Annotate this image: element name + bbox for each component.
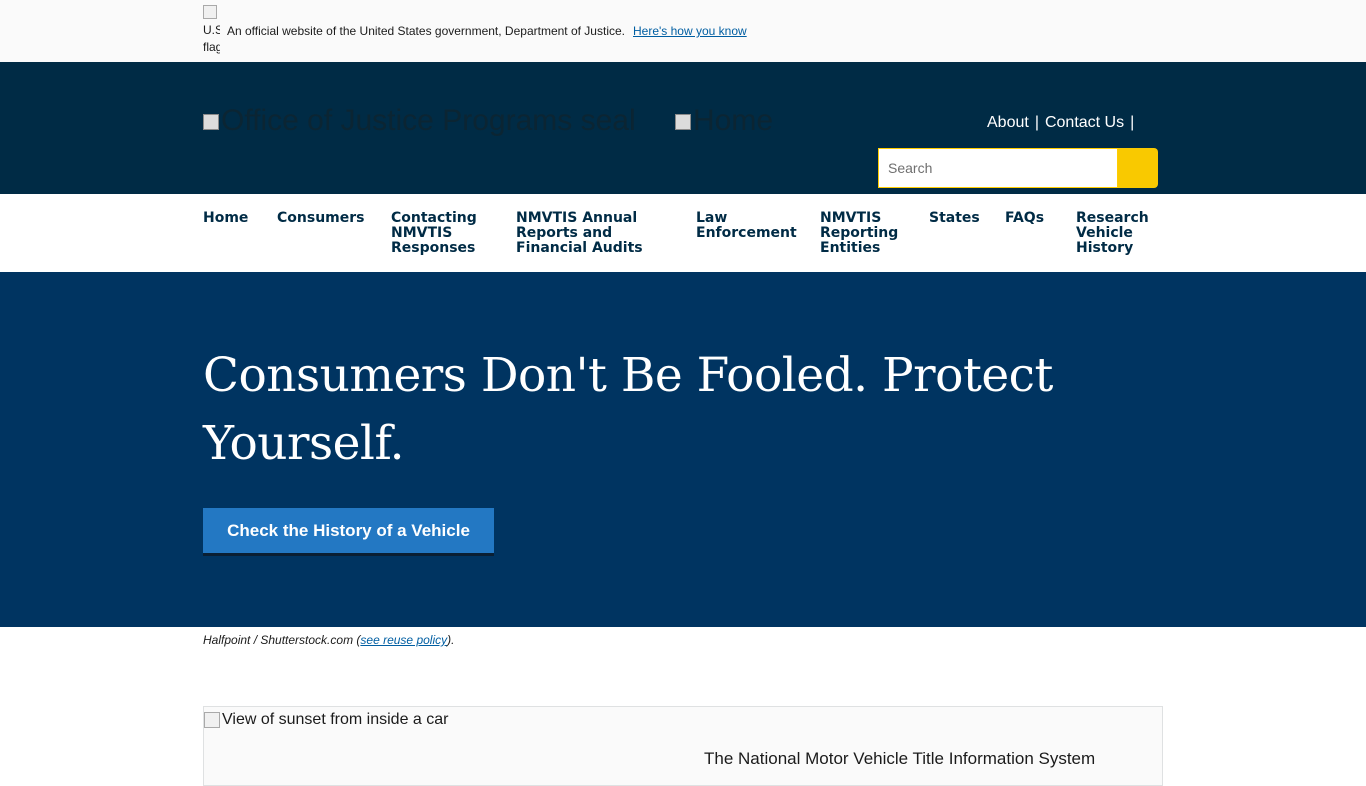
search-input[interactable] (878, 148, 1118, 188)
broken-image-icon (204, 711, 220, 728)
hero-title: Consumers Don't Be Fooled. Protect Yours… (203, 348, 1053, 471)
nav-item-consumers[interactable]: Consumers (277, 211, 377, 226)
site-header: Office of Justice Programs seal Home Abo… (0, 62, 1366, 194)
nav-item-states[interactable]: States (929, 211, 989, 226)
nav-item-reporting-entities[interactable]: NMVTIS Reporting Entities (820, 211, 910, 256)
contact-us-link[interactable]: Contact Us (1045, 114, 1124, 131)
main-nav: Home Consumers Contacting NMVTIS Respons… (0, 194, 1366, 272)
about-link[interactable]: About (987, 114, 1029, 131)
broken-image-icon (203, 5, 217, 19)
separator: | (1034, 114, 1039, 131)
home-logo-image[interactable]: Home (675, 106, 773, 136)
nav-item-research-vehicle-history[interactable]: Research Vehicle History (1076, 211, 1156, 256)
image-credit: Halfpoint / Shutterstock.com (see reuse … (203, 633, 454, 647)
us-flag-image: U.S. flag (203, 5, 220, 55)
broken-image-icon (675, 114, 691, 131)
nav-item-contacting-nmvtis[interactable]: Contacting NMVTIS Responses (391, 211, 491, 256)
card-heading: The National Motor Vehicle Title Informa… (704, 749, 1096, 768)
utility-nav: About | Contact Us | (987, 114, 1140, 132)
home-alt-text: Home (693, 104, 774, 137)
gov-banner-text: An official website of the United States… (227, 24, 625, 38)
nav-item-home[interactable]: Home (203, 211, 263, 226)
search-button[interactable] (1118, 148, 1158, 188)
seal-alt-text: Office of Justice Programs seal (221, 104, 636, 137)
heres-how-you-know-link[interactable]: Here's how you know (633, 24, 747, 38)
nav-item-faqs[interactable]: FAQs (1005, 211, 1065, 226)
check-vehicle-history-button[interactable]: Check the History of a Vehicle (203, 508, 494, 556)
credit-end: ). (447, 633, 455, 647)
credit-text: Halfpoint / Shutterstock.com ( (203, 633, 361, 647)
reuse-policy-link[interactable]: see reuse policy (360, 633, 447, 647)
card-img-alt-text: View of sunset from inside a car (222, 711, 449, 728)
sunset-car-image: View of sunset from inside a car (204, 711, 448, 729)
content-card: View of sunset from inside a car The Nat… (203, 706, 1163, 786)
separator: | (1130, 114, 1135, 131)
broken-image-icon (203, 114, 219, 131)
flag-alt-text: U.S. flag (203, 23, 220, 54)
hero-section: Consumers Don't Be Fooled. Protect Yours… (0, 272, 1366, 627)
ojp-seal-image[interactable]: Office of Justice Programs seal (203, 106, 636, 136)
nav-item-annual-reports[interactable]: NMVTIS Annual Reports and Financial Audi… (516, 211, 666, 256)
nav-item-law-enforcement[interactable]: Law Enforcement (696, 211, 802, 241)
gov-banner: U.S. flag An official website of the Uni… (0, 0, 1366, 62)
